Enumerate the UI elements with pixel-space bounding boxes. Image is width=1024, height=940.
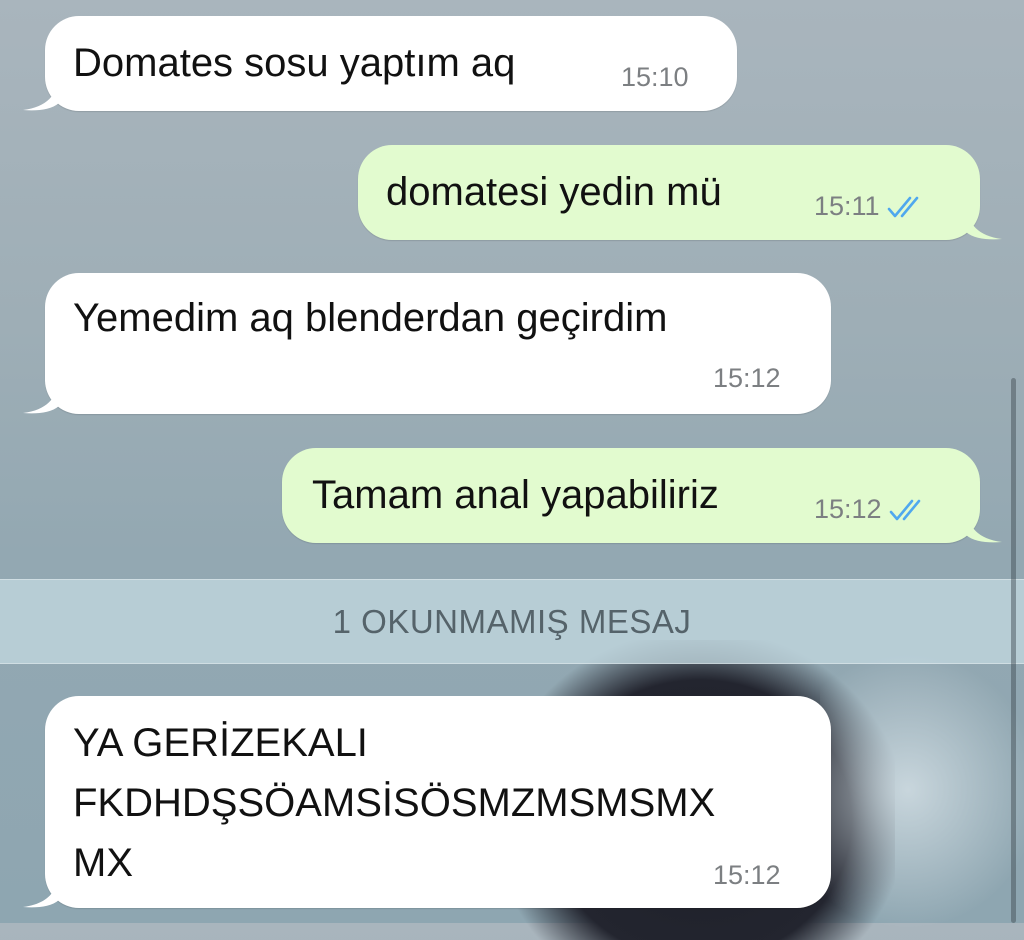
message-bubble-incoming[interactable]: Domates sosu yaptım aq 15:10 xyxy=(23,16,737,111)
message-bubble-outgoing[interactable]: domatesi yedin mü 15:11 xyxy=(358,145,1002,240)
message-meta: 15:12 xyxy=(814,494,928,525)
message-bubble-outgoing[interactable]: Tamam anal yapabiliriz 15:12 xyxy=(282,448,1002,543)
double-check-icon xyxy=(889,499,920,520)
unread-messages-label: 1 OKUNMAMIŞ MESAJ xyxy=(332,602,692,640)
message-meta: 15:11 xyxy=(814,191,926,222)
message-text-line: YA GERİZEKALI xyxy=(73,721,368,765)
bubble-tail-icon xyxy=(23,77,59,111)
double-check-icon xyxy=(887,196,918,217)
message-time: 15:12 xyxy=(713,860,781,890)
bubble-tail-icon xyxy=(966,206,1002,240)
message-text: Yemedim aq blenderdan geçirdim xyxy=(73,296,668,340)
bubble-tail-icon xyxy=(966,509,1002,543)
unread-messages-divider: 1 OKUNMAMIŞ MESAJ xyxy=(0,579,1024,664)
message-text-line: MX xyxy=(73,841,133,885)
message-meta: 15:12 xyxy=(713,860,781,891)
message-meta: 15:10 xyxy=(621,62,689,93)
bubble-tail-icon xyxy=(23,874,59,908)
message-time: 15:12 xyxy=(814,494,882,524)
message-bubble-incoming[interactable]: Yemedim aq blenderdan geçirdim 15:12 xyxy=(23,273,831,414)
scrollbar[interactable] xyxy=(1011,378,1016,923)
message-time: 15:12 xyxy=(713,363,781,393)
message-text: domatesi yedin mü xyxy=(386,170,722,214)
message-bubble-incoming[interactable]: YA GERİZEKALI FKDHDŞSÖAMSİSÖSMZMSMSMX MX… xyxy=(23,696,831,908)
message-text: Domates sosu yaptım aq xyxy=(73,41,516,85)
bubble-tail-icon xyxy=(23,380,59,414)
message-text-line: FKDHDŞSÖAMSİSÖSMZMSMSMX xyxy=(73,781,716,825)
message-text: Tamam anal yapabiliriz xyxy=(312,473,719,517)
message-time: 15:11 xyxy=(814,191,880,221)
wallpaper-highlight xyxy=(820,650,1024,930)
message-meta: 15:12 xyxy=(713,363,781,394)
message-time: 15:10 xyxy=(621,62,689,92)
